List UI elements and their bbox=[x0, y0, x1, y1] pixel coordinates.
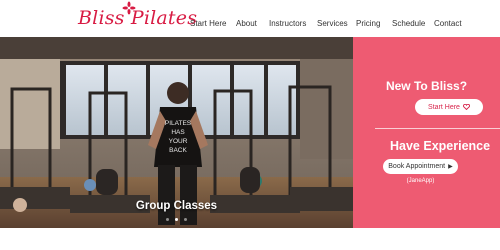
nav-instructors[interactable]: Instructors bbox=[269, 19, 306, 28]
shirt-text-line-4: BACK bbox=[169, 147, 187, 154]
site-header: Bliss Pilates Start Here About Instructo… bbox=[0, 0, 500, 36]
book-appointment-label: Book Appointment bbox=[388, 163, 446, 170]
nav-services[interactable]: Services bbox=[317, 19, 348, 28]
nav-contact[interactable]: Contact bbox=[434, 19, 462, 28]
booking-note: (JaneApp) bbox=[406, 178, 435, 184]
page-bottom bbox=[0, 228, 500, 250]
logo-text: Bliss Pilates bbox=[78, 7, 198, 29]
nav-start-here[interactable]: Start Here bbox=[190, 19, 226, 28]
slider-dots bbox=[0, 218, 353, 221]
shirt-text-line-2: HAS bbox=[171, 129, 185, 136]
promo-panel: New To Bliss? Start Here Have Experience… bbox=[353, 37, 500, 228]
slider-dot-active[interactable] bbox=[175, 218, 178, 221]
shirt-text-line-1: PILATES bbox=[165, 120, 192, 127]
slider-dot[interactable] bbox=[184, 218, 187, 221]
heart-icon bbox=[462, 104, 470, 110]
hero-caption: Group Classes bbox=[135, 200, 218, 212]
nav-schedule[interactable]: Schedule bbox=[392, 19, 425, 28]
shirt-text-line-3: YOUR bbox=[169, 138, 188, 145]
hero-slider[interactable]: PILATES HAS YOUR BACK Group Classes bbox=[0, 37, 353, 228]
panel-divider bbox=[375, 128, 500, 129]
slider-dot[interactable] bbox=[166, 218, 169, 221]
nav-pricing[interactable]: Pricing bbox=[356, 19, 380, 28]
start-here-label: Start Here bbox=[428, 103, 460, 111]
new-to-bliss-heading: New To Bliss? bbox=[385, 79, 468, 93]
book-appointment-button[interactable]: Book Appointment ▶ bbox=[383, 159, 458, 174]
start-here-button[interactable]: Start Here bbox=[415, 99, 483, 115]
nav-about[interactable]: About bbox=[236, 19, 257, 28]
caret-right-icon: ▶ bbox=[448, 164, 453, 170]
brand-logo[interactable]: Bliss Pilates bbox=[78, 1, 198, 31]
have-experience-heading: Have Experience bbox=[390, 139, 491, 153]
flower-icon bbox=[122, 1, 136, 15]
